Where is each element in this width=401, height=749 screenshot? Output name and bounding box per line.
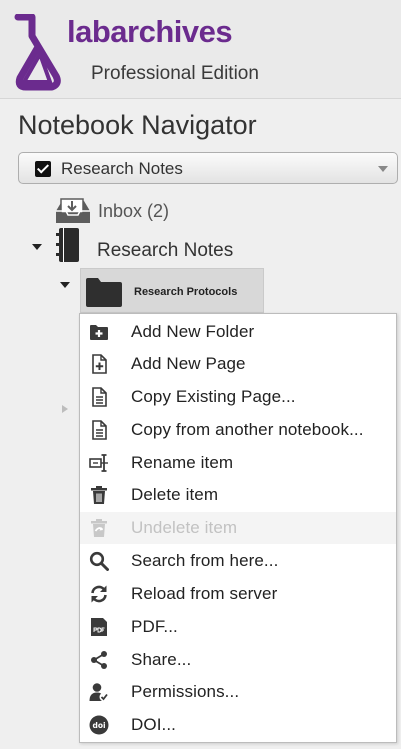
research-protocols-label: Research Protocols (134, 286, 238, 298)
notebook-select-label: Research Notes (61, 159, 183, 178)
menu-item-rename-item[interactable]: Rename item (80, 447, 396, 479)
trash-icon (91, 486, 107, 504)
edition-label: Professional Edition (91, 63, 259, 84)
svg-text:doi: doi (92, 721, 105, 730)
expand-toggle-icon[interactable] (62, 405, 68, 413)
expand-toggle-icon[interactable] (32, 244, 42, 250)
menu-item-undelete-item[interactable]: Undelete item (80, 512, 396, 544)
chevron-down-icon (378, 166, 388, 172)
menu-item-label: Permissions... (131, 682, 240, 701)
folder-icon (86, 278, 122, 307)
add-folder-icon (90, 325, 108, 340)
menu-item-reload-from-server[interactable]: Reload from server (80, 578, 396, 610)
menu-item-pdf[interactable]: PDF... (80, 611, 396, 643)
menu-item-label: Undelete item (131, 518, 238, 537)
add-page-icon (92, 354, 107, 374)
menu-item-search-from-here[interactable]: Search from here... (80, 545, 396, 577)
rename-icon (89, 454, 108, 472)
notebook-icon (56, 228, 79, 262)
undelete-icon (91, 519, 107, 537)
menu-item-permissions[interactable]: Permissions... (80, 676, 396, 708)
menu-item-label: Copy Existing Page... (131, 387, 296, 406)
menu-item-copy-existing-page[interactable]: Copy Existing Page... (80, 381, 396, 413)
menu-item-label: Reload from server (131, 584, 278, 603)
menu-item-label: DOI... (131, 715, 176, 734)
menu-item-copy-from-another-notebook[interactable]: Copy from another notebook... (80, 414, 396, 446)
share-icon (91, 651, 107, 669)
menu-item-label: PDF... (131, 617, 178, 636)
labarchives-logo-icon (14, 14, 61, 91)
navigator-title: Notebook Navigator (18, 110, 257, 140)
menu-item-add-new-page[interactable]: Add New Page (80, 348, 396, 380)
expand-toggle-icon[interactable] (60, 282, 70, 288)
menu-item-label: Rename item (131, 453, 234, 472)
copy-page-icon (92, 387, 107, 407)
menu-item-label: Add New Page (131, 354, 246, 373)
brand-name: labarchives (67, 14, 233, 49)
menu-item-share[interactable]: Share... (80, 644, 396, 676)
permissions-icon (89, 683, 109, 702)
inbox-icon (56, 198, 90, 223)
pdf-icon (91, 618, 107, 636)
reload-icon (91, 585, 107, 603)
menu-item-label: Copy from another notebook... (131, 420, 364, 439)
app-header: labarchives Professional Edition (0, 0, 401, 99)
notebook-select[interactable]: Research Notes (18, 152, 398, 184)
menu-item-label: Share... (131, 650, 192, 669)
research-notes-label: Research Notes (97, 240, 234, 261)
copy-notebook-icon (92, 420, 107, 440)
context-menu: Add New Folder Add New Page Copy Existin… (79, 313, 397, 743)
selected-folder-highlight: Research Protocols (80, 268, 264, 313)
search-icon (89, 551, 109, 571)
inbox-label: Inbox (2) (98, 201, 170, 221)
menu-item-add-new-folder[interactable]: Add New Folder (80, 316, 396, 348)
menu-item-label: Search from here... (131, 551, 279, 570)
notebook-check-icon (35, 161, 51, 177)
menu-item-doi[interactable]: doi DOI... (80, 709, 396, 741)
menu-item-label: Add New Folder (131, 322, 255, 341)
menu-item-delete-item[interactable]: Delete item (80, 479, 396, 511)
menu-item-label: Delete item (131, 485, 219, 504)
doi-icon: doi (89, 715, 109, 735)
